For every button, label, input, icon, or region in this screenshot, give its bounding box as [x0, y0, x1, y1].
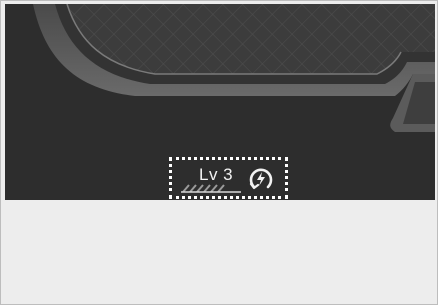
quilted-cushion — [67, 4, 435, 74]
level-label: Lv 3 — [199, 165, 234, 184]
figure-frame: Lv 3 — [0, 0, 438, 305]
seat-level-indicator: Lv 3 — [169, 157, 288, 199]
seat-illustration: Lv 3 — [5, 4, 435, 200]
charging-lightning-icon — [249, 168, 273, 190]
blank-lower-area — [5, 200, 435, 302]
